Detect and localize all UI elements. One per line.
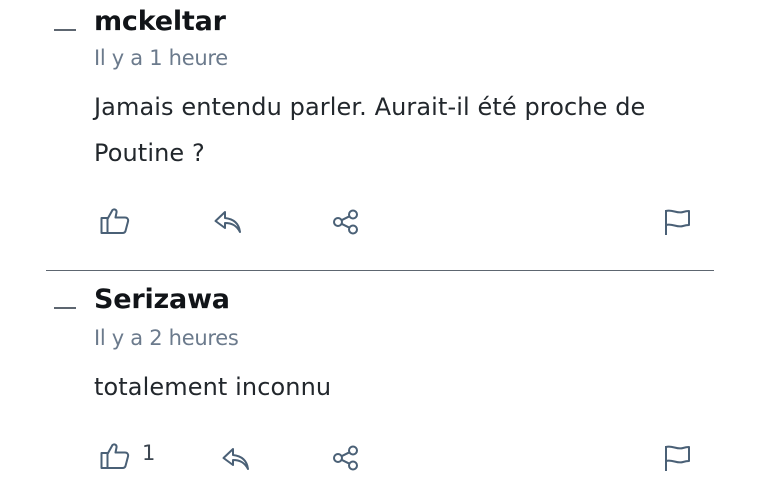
collapse-toggle[interactable] bbox=[54, 29, 76, 31]
comment-author[interactable]: mckeltar bbox=[94, 6, 226, 37]
share-icon bbox=[333, 445, 358, 471]
thumbs-up-icon bbox=[100, 208, 130, 234]
comment-mckeltar: mckeltar Il y a 1 heure Jamais entendu p… bbox=[0, 0, 760, 260]
share-icon bbox=[333, 209, 358, 235]
comment-divider bbox=[46, 270, 714, 271]
share-button[interactable] bbox=[332, 445, 360, 471]
comment-author[interactable]: Serizawa bbox=[94, 284, 230, 315]
flag-icon bbox=[665, 209, 690, 235]
report-button[interactable] bbox=[663, 444, 691, 472]
comment-text: Jamais entendu parler. Aurait-il été pro… bbox=[94, 93, 646, 167]
like-button[interactable] bbox=[100, 207, 130, 235]
reply-button[interactable] bbox=[214, 210, 242, 236]
reply-icon bbox=[222, 448, 249, 470]
reply-button[interactable] bbox=[222, 447, 250, 473]
like-button[interactable]: 1 bbox=[100, 441, 156, 470]
thumbs-up-icon bbox=[100, 443, 130, 469]
collapse-toggle[interactable] bbox=[54, 307, 76, 309]
comment-timestamp: Il y a 1 heure bbox=[94, 46, 228, 70]
report-button[interactable] bbox=[663, 208, 691, 236]
like-count: 1 bbox=[142, 441, 156, 465]
comment-text: totalement inconnu bbox=[94, 373, 332, 401]
share-button[interactable] bbox=[332, 209, 360, 235]
comment-serizawa: Serizawa Il y a 2 heures totalement inco… bbox=[0, 280, 760, 504]
flag-icon bbox=[665, 445, 690, 471]
comment-timestamp: Il y a 2 heures bbox=[94, 326, 239, 350]
reply-icon bbox=[214, 211, 241, 233]
